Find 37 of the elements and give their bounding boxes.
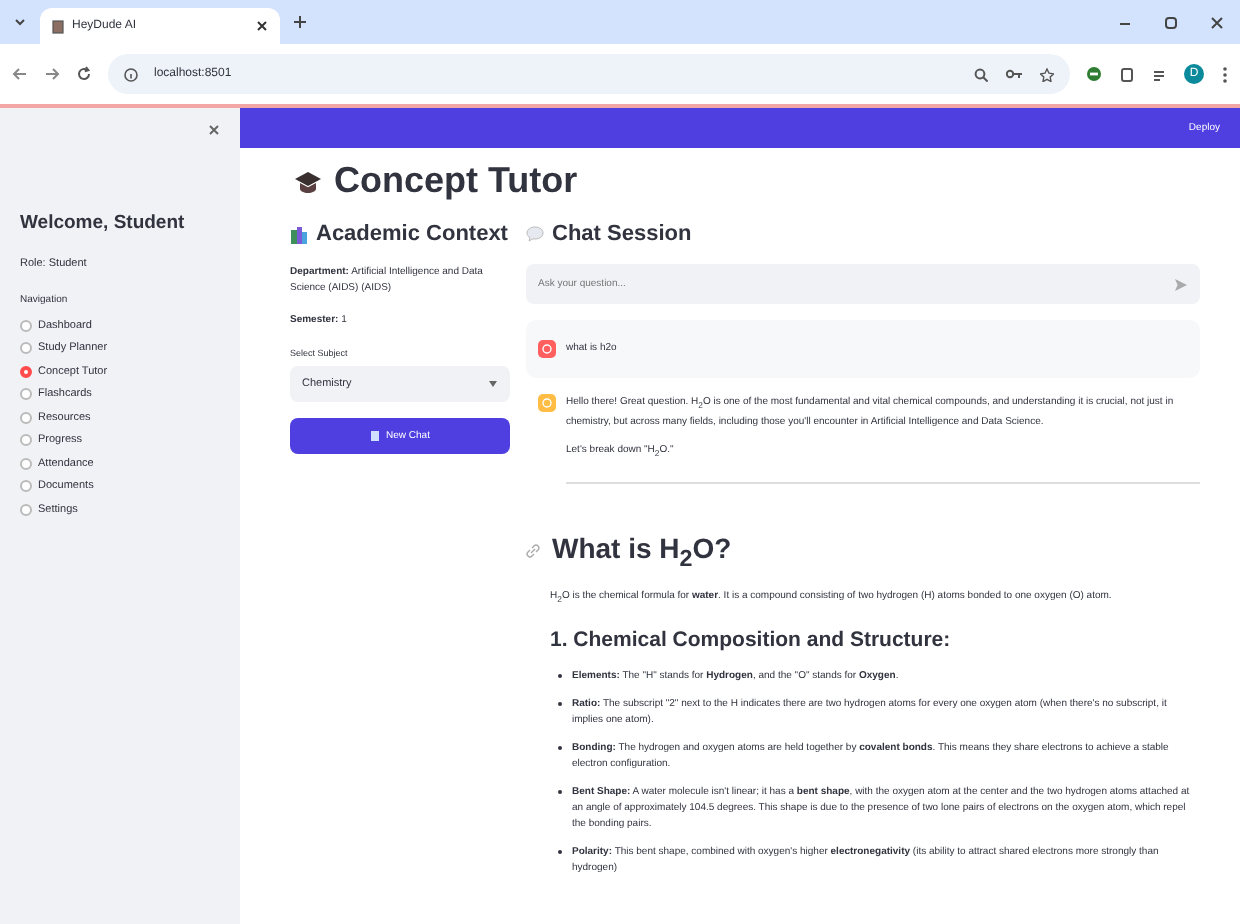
section-heading: Academic Context [316, 222, 508, 246]
star-icon[interactable] [1040, 67, 1054, 81]
info-icon [124, 67, 138, 81]
close-icon[interactable] [1210, 15, 1224, 29]
restore-icon[interactable] [1164, 15, 1178, 29]
books-icon [290, 225, 308, 243]
zoom-icon[interactable] [974, 67, 988, 81]
close-icon[interactable] [256, 20, 268, 32]
radio-button[interactable] [20, 434, 32, 447]
subheading: 1. Chemical Composition and Structure: [550, 627, 953, 652]
chevron-down-icon[interactable] [12, 14, 28, 30]
user-avatar-icon [538, 340, 556, 358]
radio-button[interactable] [20, 319, 32, 332]
page-icon [52, 19, 64, 33]
radio-button[interactable] [20, 457, 32, 470]
caret-icon [488, 380, 498, 388]
more-icon[interactable] [1222, 65, 1228, 83]
radio-button[interactable] [20, 388, 32, 401]
radio-button[interactable] [20, 365, 32, 378]
key-icon[interactable] [1006, 68, 1022, 80]
reload-icon[interactable] [76, 66, 92, 82]
section-heading: Chat Session [552, 222, 692, 246]
notebook-icon [370, 430, 381, 442]
link-icon [526, 544, 540, 559]
assistant-avatar-icon [538, 394, 556, 412]
radio-button[interactable] [20, 480, 32, 493]
plus-icon[interactable] [292, 14, 308, 30]
radio-button[interactable] [20, 342, 32, 355]
welcome-heading: Welcome, Student [20, 212, 187, 234]
radio-button[interactable] [20, 411, 32, 424]
back-icon[interactable] [12, 66, 28, 82]
forward-icon[interactable] [44, 66, 60, 82]
answer-heading: What is H$_{2}$O? [552, 532, 732, 572]
graduation-cap-icon [294, 169, 322, 193]
radio-button[interactable] [20, 503, 32, 516]
page-title: Concept Tutor [334, 160, 578, 202]
speech-bubble-icon [526, 226, 544, 242]
